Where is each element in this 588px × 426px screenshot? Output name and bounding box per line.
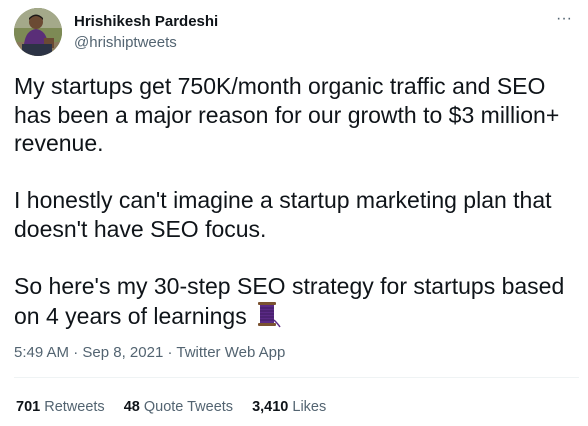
tweet-meta: 5:49 AM · Sep 8, 2021 · Twitter Web App xyxy=(14,344,285,362)
meta-separator: · xyxy=(167,344,173,361)
tweet-date[interactable]: Sep 8, 2021 xyxy=(82,344,163,361)
tweet-paragraph-text: So here's my 30-step SEO strategy for st… xyxy=(14,272,565,330)
thread-spool-icon xyxy=(255,300,281,335)
tweet-time[interactable]: 5:49 AM xyxy=(14,344,69,361)
meta-separator: · xyxy=(73,344,79,361)
avatar[interactable] xyxy=(14,8,62,56)
author-handle[interactable]: @hrishiptweets xyxy=(74,34,218,52)
tweet-paragraph: My startups get 750K/month organic traff… xyxy=(14,73,560,156)
tweet-stats: 701 Retweets 48 Quote Tweets 3,410 Likes xyxy=(16,398,345,416)
likes-label: Likes xyxy=(292,399,327,415)
author-display-name[interactable]: Hrishikesh Pardeshi xyxy=(74,13,218,31)
tweet-text: My startups get 750K/month organic traff… xyxy=(14,72,579,335)
tweet-paragraph: So here's my 30-step SEO strategy for st… xyxy=(14,272,579,335)
likes-stat[interactable]: 3,410 Likes xyxy=(252,398,326,416)
author-block: Hrishikesh Pardeshi @hrishiptweets xyxy=(74,13,218,52)
more-horizontal-icon[interactable]: ··· xyxy=(552,10,576,28)
tweet-source[interactable]: Twitter Web App xyxy=(176,344,285,361)
tweet-card: Hrishikesh Pardeshi @hrishiptweets ··· M… xyxy=(0,0,588,426)
avatar-photo xyxy=(14,8,62,56)
likes-count: 3,410 xyxy=(252,399,289,415)
tweet-paragraph: I honestly can't imagine a startup marke… xyxy=(14,187,552,242)
retweets-label: Retweets xyxy=(44,399,105,415)
divider xyxy=(14,377,579,378)
retweets-count: 701 xyxy=(16,399,41,415)
retweets-stat[interactable]: 701 Retweets xyxy=(16,398,105,416)
quote-tweets-count: 48 xyxy=(123,399,140,415)
quote-tweets-stat[interactable]: 48 Quote Tweets xyxy=(124,398,233,416)
quote-tweets-label: Quote Tweets xyxy=(143,399,234,415)
